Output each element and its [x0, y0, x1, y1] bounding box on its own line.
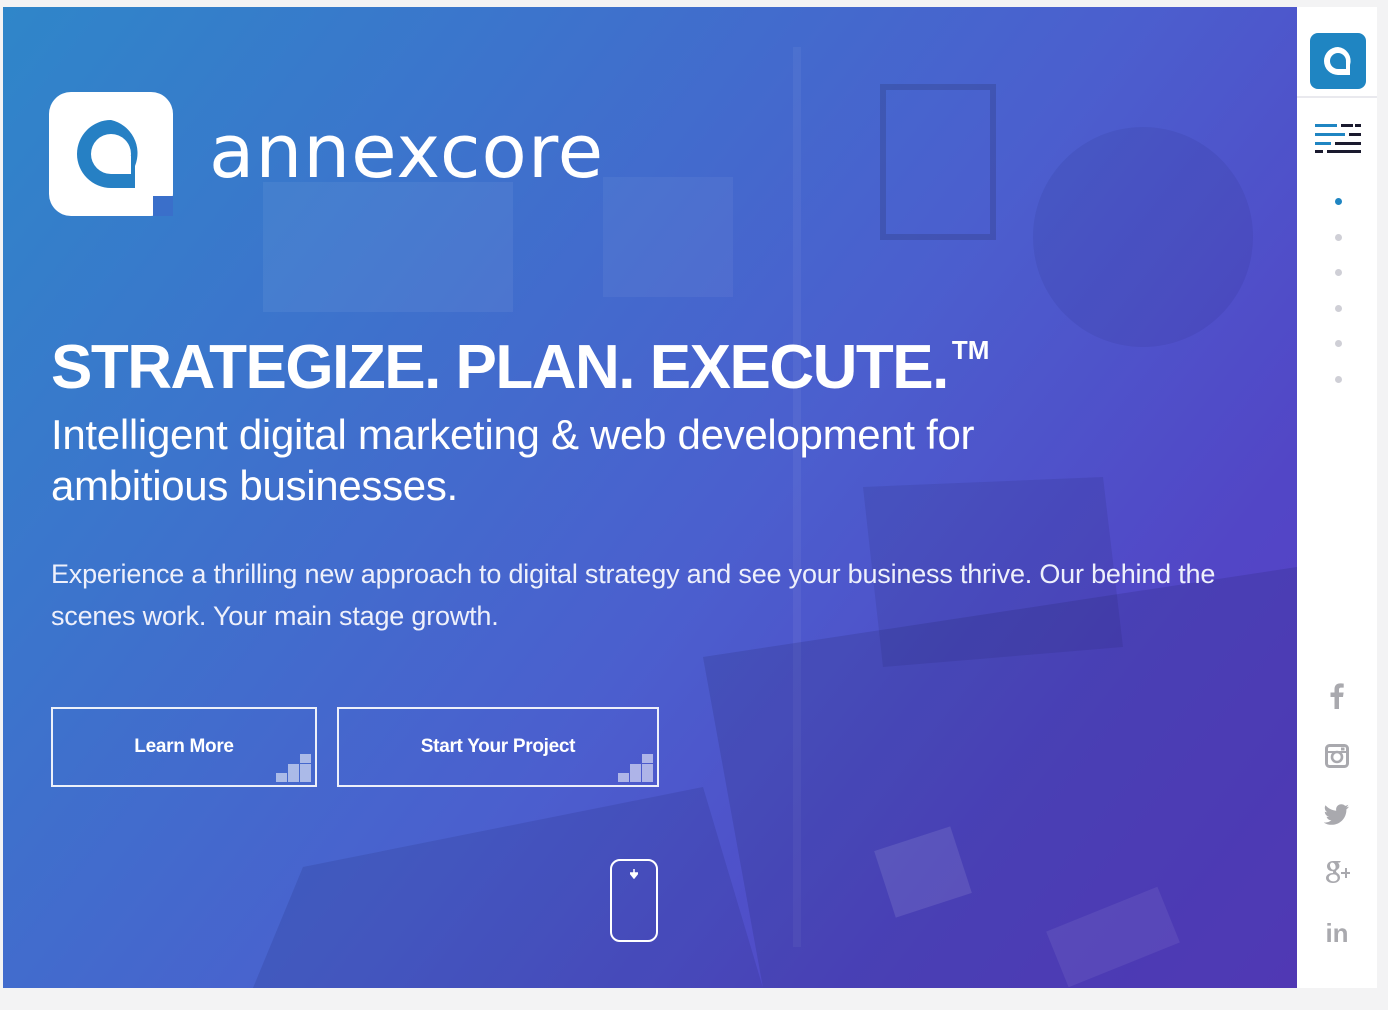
trademark-symbol: TM: [951, 335, 990, 365]
section-dot-1[interactable]: [1335, 198, 1342, 205]
brand-logo[interactable]: annexcore: [49, 92, 604, 216]
section-dot-5[interactable]: [1335, 340, 1342, 347]
brand-wordmark: annexcore: [209, 109, 605, 195]
scroll-down-mouse-icon[interactable]: [610, 859, 658, 942]
section-dot-3[interactable]: [1335, 269, 1342, 276]
facebook-icon[interactable]: [1317, 676, 1357, 716]
learn-more-label: Learn More: [134, 736, 234, 757]
section-dot-6[interactable]: [1335, 376, 1342, 383]
hero-section: annexcore STRATEGIZE. PLAN. EXECUTE. TM I…: [3, 7, 1297, 988]
pixel-decoration: [271, 754, 311, 782]
instagram-icon[interactable]: [1317, 736, 1357, 776]
start-your-project-button[interactable]: Start Your Project: [337, 707, 659, 787]
google-plus-icon[interactable]: [1317, 853, 1357, 893]
hero-subheadline: Intelligent digital marketing & web deve…: [51, 411, 975, 509]
rail-divider: [1297, 96, 1377, 98]
linkedin-label: in: [1325, 917, 1349, 948]
section-dot-4[interactable]: [1335, 305, 1342, 312]
hero-headline: STRATEGIZE. PLAN. EXECUTE. TM: [51, 333, 990, 402]
side-rail: in: [1297, 7, 1377, 988]
start-your-project-label: Start Your Project: [420, 736, 576, 757]
twitter-icon[interactable]: [1317, 795, 1357, 835]
linkedin-icon[interactable]: in: [1317, 913, 1357, 953]
hero-description: Experience a thrilling new approach to d…: [51, 559, 1216, 631]
annexcore-logo-icon: [49, 92, 173, 216]
pixel-decoration: [613, 754, 653, 782]
section-dot-2[interactable]: [1335, 234, 1342, 241]
menu-hamburger-icon[interactable]: [1315, 120, 1363, 156]
rail-logo-icon[interactable]: [1310, 33, 1366, 89]
learn-more-button[interactable]: Learn More: [51, 707, 317, 787]
